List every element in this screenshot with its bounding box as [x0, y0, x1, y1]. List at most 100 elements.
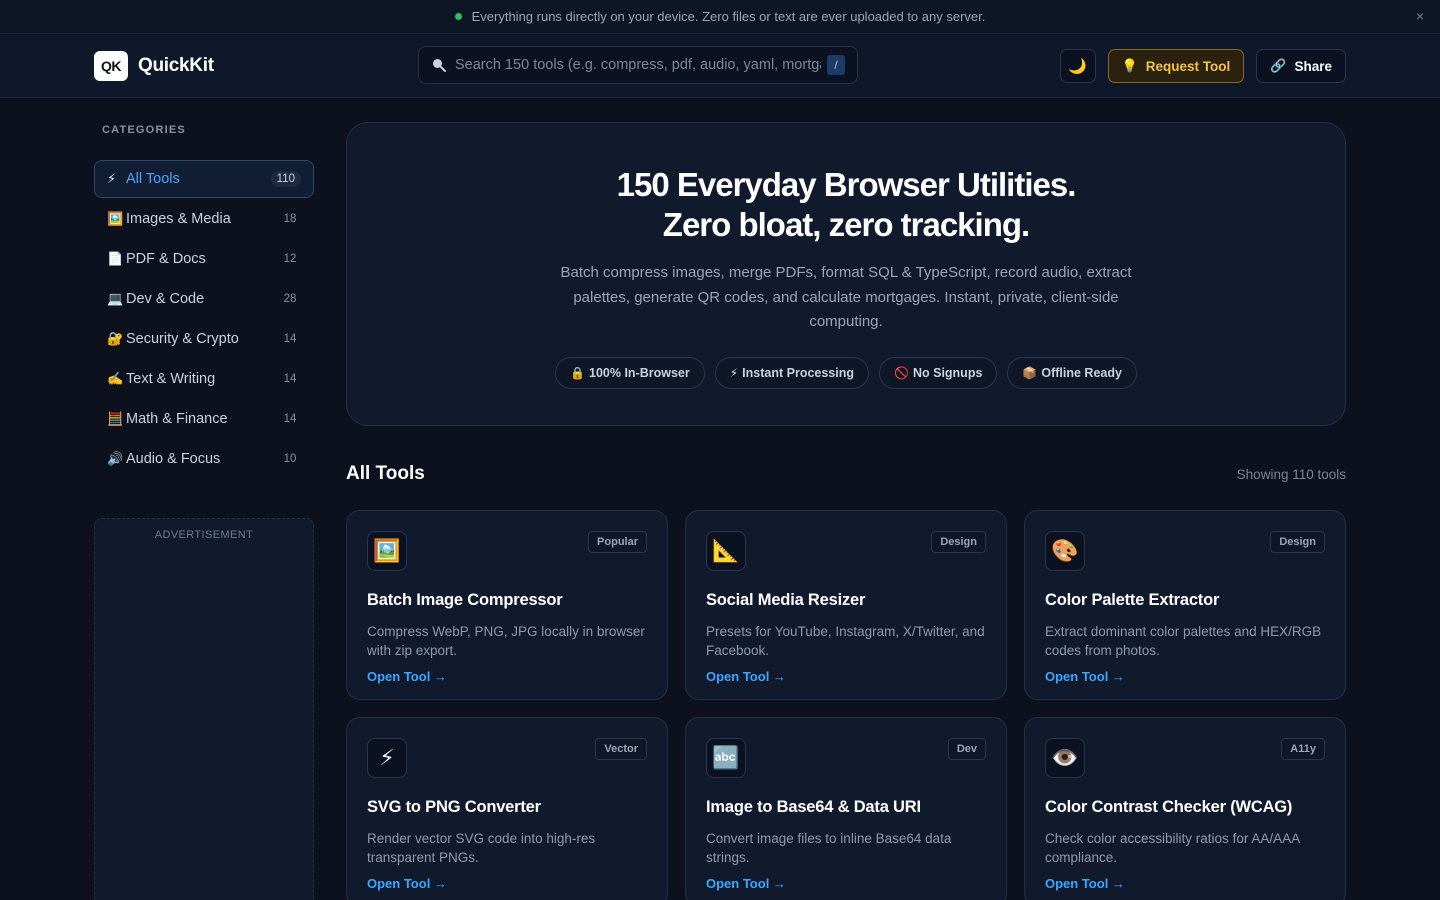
sidebar-item-count: 12 [283, 253, 297, 265]
open-tool-link[interactable]: Open Tool → [706, 669, 786, 684]
open-tool-link[interactable]: Open Tool → [367, 876, 447, 891]
search-shortcut-key: / [827, 55, 845, 75]
lightning-icon: ⚡ [367, 738, 407, 778]
feature-pill-label: 100% In-Browser [589, 365, 690, 380]
package-icon: 📦 [1022, 365, 1038, 380]
feature-pills: 🔒 100% In-Browser ⚡ Instant Processing 🚫… [347, 356, 1345, 389]
tool-description: Render vector SVG code into high-res tra… [367, 831, 596, 865]
section-title: All Tools [346, 463, 425, 484]
sidebar-item-label: All Tools [126, 171, 180, 187]
open-tool-link[interactable]: Open Tool → [706, 876, 786, 891]
tool-badge: Vector [595, 738, 647, 760]
abc-icon: 🔤 [706, 738, 746, 778]
tool-title: Image to Base64 & Data URI [706, 798, 921, 816]
tool-card-svg-to-png[interactable]: ⚡ Vector SVG to PNG Converter Render vec… [346, 717, 668, 900]
speaker-icon: 🔊 [107, 451, 124, 466]
tool-description: Extract dominant color palettes and HEX/… [1045, 624, 1322, 658]
tool-card-social-media-resizer[interactable]: 📐 Design Social Media Resizer Presets fo… [685, 510, 1007, 700]
sidebar-item-label: Text & Writing [126, 371, 216, 387]
logo-mark: QK [94, 50, 128, 81]
tool-card-batch-image-compressor[interactable]: 🖼️ Popular Batch Image Compressor Compre… [346, 510, 668, 700]
share-button[interactable]: 🔗 Share [1256, 49, 1346, 83]
sidebar-item-count: 18 [283, 213, 297, 225]
triangle-ruler-icon: 📐 [706, 531, 746, 571]
tool-badge: Popular [588, 531, 647, 553]
tool-count-text: Showing 110 tools [1236, 466, 1346, 482]
open-tool-link[interactable]: Open Tool → [1045, 669, 1125, 684]
abacus-icon: 🧮 [107, 411, 124, 426]
sidebar-item-count: 14 [283, 373, 297, 385]
tool-title: Batch Image Compressor [367, 591, 563, 609]
top-header: QK QuickKit / 🌙 💡 Request Tool 🔗 Share [0, 34, 1440, 98]
share-label: Share [1294, 58, 1332, 74]
lightning-icon: ⚡ [729, 365, 739, 380]
tool-badge: Design [931, 531, 986, 553]
sidebar-item-audio-focus[interactable]: 🔊 Audio & Focus 10 [94, 440, 314, 478]
status-dot-icon [454, 13, 462, 20]
advertisement-slot: ADVERTISEMENT [94, 518, 314, 900]
search-icon [433, 59, 446, 72]
request-tool-label: Request Tool [1145, 58, 1231, 74]
notice-text: Everything runs directly on your device.… [471, 9, 986, 24]
prohibited-icon: 🚫 [894, 365, 909, 380]
lightning-icon: ⚡ [107, 171, 117, 186]
tools-section-header: All Tools Showing 110 tools [346, 462, 1346, 486]
logo[interactable]: QK QuickKit [94, 50, 214, 81]
feature-pill-instant: ⚡ Instant Processing [714, 356, 870, 389]
sidebar-item-images-media[interactable]: 🖼️ Images & Media 18 [94, 200, 314, 238]
tool-card-color-palette-extractor[interactable]: 🎨 Design Color Palette Extractor Extract… [1024, 510, 1346, 700]
laptop-icon: 💻 [107, 291, 124, 306]
writing-hand-icon: ✍️ [107, 371, 124, 386]
tool-badge: Design [1270, 531, 1325, 553]
feature-pill-offline: 📦 Offline Ready [1007, 356, 1137, 389]
lock-icon: 🔒 [570, 365, 585, 380]
tool-description: Convert image files to inline Base64 dat… [706, 831, 952, 865]
logo-text: QuickKit [138, 54, 214, 76]
sidebar-item-all-tools[interactable]: ⚡ All Tools 110 [94, 160, 314, 198]
hero-subtitle: Batch compress images, merge PDFs, forma… [560, 264, 1132, 330]
sidebar-item-count: 28 [283, 293, 297, 305]
tool-card-image-to-base64[interactable]: 🔤 Dev Image to Base64 & Data URI Convert… [685, 717, 1007, 900]
feature-pill-no-signups: 🚫 No Signups [879, 356, 998, 389]
hero-panel: 150 Everyday Browser Utilities. Zero blo… [346, 122, 1346, 426]
feature-pill-label: No Signups [912, 365, 983, 380]
categories-heading: CATEGORIES [102, 124, 186, 136]
search-bar[interactable]: / [418, 46, 858, 84]
tool-title: SVG to PNG Converter [367, 798, 541, 816]
moon-icon: 🌙 [1068, 58, 1087, 75]
tool-title: Social Media Resizer [706, 591, 866, 609]
tool-grid: 🖼️ Popular Batch Image Compressor Compre… [346, 510, 1346, 900]
feature-pill-label: Instant Processing [742, 365, 855, 380]
theme-toggle-button[interactable]: 🌙 [1059, 49, 1096, 83]
eye-icon: 👁️ [1045, 738, 1085, 778]
hero-title-line-1: 150 Everyday Browser Utilities. [616, 166, 1077, 203]
open-tool-link[interactable]: Open Tool → [367, 669, 447, 684]
close-icon[interactable]: × [1416, 8, 1424, 24]
category-list: ⚡ All Tools 110 🖼️ Images & Media 18 📄 P… [94, 160, 314, 478]
request-tool-button[interactable]: 💡 Request Tool [1107, 49, 1245, 83]
tool-badge: A11y [1281, 738, 1325, 760]
tool-description: Presets for YouTube, Instagram, X/Twitte… [706, 624, 985, 658]
sidebar-item-label: Images & Media [126, 211, 231, 227]
link-icon: 🔗 [1270, 58, 1287, 73]
tool-badge: Dev [947, 738, 986, 760]
sidebar-item-math-finance[interactable]: 🧮 Math & Finance 14 [94, 400, 314, 438]
tool-card-color-contrast-checker[interactable]: 👁️ A11y Color Contrast Checker (WCAG) Ch… [1024, 717, 1346, 900]
hero-title-line-2: Zero bloat, zero tracking. [662, 206, 1030, 243]
privacy-notice-bar: Everything runs directly on your device.… [0, 0, 1440, 34]
advertisement-label: ADVERTISEMENT [154, 529, 254, 541]
hero-title: 150 Everyday Browser Utilities. Zero blo… [347, 165, 1345, 245]
sidebar-item-count: 14 [283, 333, 297, 345]
sidebar-item-pdf-docs[interactable]: 📄 PDF & Docs 12 [94, 240, 314, 278]
header-actions: 🌙 💡 Request Tool 🔗 Share [1059, 49, 1346, 83]
search-input[interactable] [455, 57, 821, 73]
lightbulb-icon: 💡 [1121, 58, 1138, 73]
sidebar-item-security-crypto[interactable]: 🔐 Security & Crypto 14 [94, 320, 314, 358]
sidebar-item-label: PDF & Docs [126, 251, 206, 267]
sidebar-item-text-writing[interactable]: ✍️ Text & Writing 14 [94, 360, 314, 398]
sidebar-item-dev-code[interactable]: 💻 Dev & Code 28 [94, 280, 314, 318]
main-content: 150 Everyday Browser Utilities. Zero blo… [346, 122, 1346, 900]
open-tool-link[interactable]: Open Tool → [1045, 876, 1125, 891]
sidebar-item-count: 10 [283, 453, 297, 465]
picture-icon: 🖼️ [367, 531, 407, 571]
